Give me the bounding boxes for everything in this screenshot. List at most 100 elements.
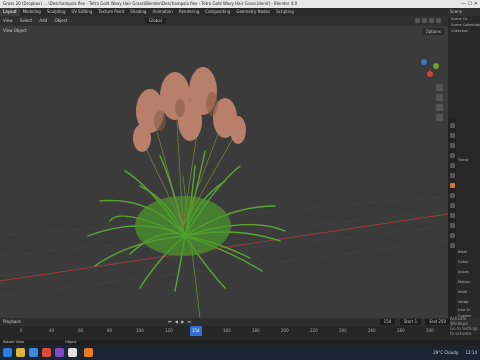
add-menu[interactable]: Add bbox=[36, 16, 50, 26]
modifier-tab-icon[interactable] bbox=[449, 193, 455, 198]
file-explorer-icon[interactable] bbox=[16, 348, 25, 357]
weather-widget[interactable]: 29°C Cloudy bbox=[433, 350, 458, 355]
watermark-line1: Activate Windows bbox=[450, 316, 468, 326]
prop-instancing[interactable]: Instan bbox=[458, 270, 469, 274]
activate-windows-watermark: Activate Windows Go to Settings to activ… bbox=[450, 316, 480, 336]
navigation-gizmo[interactable] bbox=[421, 59, 439, 77]
prop-visibility[interactable]: Visibi bbox=[458, 290, 467, 294]
prop-relations[interactable]: Relat bbox=[458, 250, 467, 254]
scene-tab-icon[interactable] bbox=[449, 163, 455, 168]
tab-uv-editing[interactable]: UV Editing bbox=[69, 8, 96, 16]
tab-scripting[interactable]: Scripting bbox=[273, 8, 297, 16]
status-left: Rotate View bbox=[3, 340, 24, 344]
frame-range: 154 Start 1 End 250 bbox=[377, 319, 450, 325]
viewport-object-menu[interactable]: Object bbox=[14, 28, 27, 33]
outliner-panel: Scene Scene Co Scene Collection Collecti… bbox=[448, 8, 480, 118]
current-frame-indicator[interactable]: 154 bbox=[190, 326, 202, 336]
data-tab-icon[interactable] bbox=[449, 233, 455, 238]
window-title: Grass 20 (Dropbox) ... \Deschampsia flex… bbox=[3, 1, 298, 6]
windows-taskbar: 29°C Cloudy 12:14 bbox=[0, 345, 480, 360]
prop-motion-paths[interactable]: Motion bbox=[458, 280, 470, 284]
outliner-scene-label[interactable]: Scene bbox=[448, 8, 480, 16]
window-controls[interactable]: — ☐ ✕ bbox=[461, 0, 478, 8]
select-menu[interactable]: Select bbox=[17, 16, 35, 26]
frame-tick: 180 bbox=[252, 328, 260, 333]
viewport-canvas[interactable] bbox=[0, 26, 448, 318]
options-button[interactable]: Options bbox=[422, 28, 444, 35]
tab-shading[interactable]: Shading bbox=[127, 8, 149, 16]
3d-viewport[interactable] bbox=[0, 26, 448, 318]
frame-tick: 220 bbox=[310, 328, 318, 333]
watermark-line2: Go to Settings to activate bbox=[450, 326, 479, 336]
rendered-icon[interactable] bbox=[436, 18, 441, 23]
view-layer-tab-icon[interactable] bbox=[449, 153, 455, 158]
prop-collections[interactable]: Collec bbox=[458, 260, 469, 264]
end-label: End bbox=[429, 319, 438, 324]
frame-tick: 0 bbox=[20, 328, 23, 333]
material-tab-icon[interactable] bbox=[449, 243, 455, 248]
particles-tab-icon[interactable] bbox=[449, 203, 455, 208]
prop-viewport-display[interactable]: Viewp bbox=[458, 300, 469, 304]
output-tab-icon[interactable] bbox=[449, 143, 455, 148]
app3-icon[interactable] bbox=[68, 348, 77, 357]
workspace-tabs: Layout Modeling Sculpting UV Editing Texture… bbox=[0, 8, 448, 16]
object-menu[interactable]: Object bbox=[51, 16, 70, 26]
timeline: Playback ⏮ ◀ ▶ ⏭ 154 Start 1 End 250 0 40… bbox=[0, 318, 480, 340]
app-icon[interactable] bbox=[42, 348, 51, 357]
start-frame-field[interactable]: Start 1 bbox=[399, 319, 422, 325]
start-icon[interactable] bbox=[3, 348, 12, 357]
world-tab-icon[interactable] bbox=[449, 173, 455, 178]
clock[interactable]: 12:14 bbox=[465, 350, 477, 355]
edge-icon[interactable] bbox=[29, 348, 38, 357]
prop-line-art[interactable]: Line Ar bbox=[458, 308, 470, 312]
end-frame-field[interactable]: End 250 bbox=[425, 319, 450, 325]
playback-menu[interactable]: Playback bbox=[3, 318, 21, 326]
tab-animation[interactable]: Animation bbox=[149, 8, 175, 16]
tab-texture-paint[interactable]: Texture Paint bbox=[95, 8, 127, 16]
material-icon[interactable] bbox=[429, 18, 434, 23]
viewport-nav-buttons[interactable] bbox=[436, 84, 443, 121]
tab-rendering[interactable]: Rendering bbox=[176, 8, 202, 16]
window-title-bar: Grass 20 (Dropbox) ... \Deschampsia flex… bbox=[0, 0, 480, 8]
physics-tab-icon[interactable] bbox=[449, 213, 455, 218]
end-value: 250 bbox=[438, 319, 446, 324]
shading-buttons[interactable] bbox=[410, 18, 444, 24]
gizmo-z-icon[interactable] bbox=[421, 59, 427, 65]
tab-sculpting[interactable]: Sculpting bbox=[44, 8, 69, 16]
solid-icon[interactable] bbox=[422, 18, 427, 23]
frame-tick: 100 bbox=[136, 328, 144, 333]
blender-icon[interactable] bbox=[84, 348, 93, 357]
tool-tab-icon[interactable] bbox=[449, 123, 455, 128]
current-frame-field[interactable]: 154 bbox=[379, 319, 396, 325]
camera-icon bbox=[436, 104, 443, 111]
viewport-view-menu[interactable]: View bbox=[3, 28, 13, 33]
viewport-header: View Select Add Object Global bbox=[0, 16, 448, 26]
orientation-dropdown[interactable]: Global bbox=[145, 18, 166, 24]
tab-modeling[interactable]: Modeling bbox=[20, 8, 44, 16]
frame-tick: 80 bbox=[107, 328, 113, 333]
object-tab-icon[interactable] bbox=[449, 183, 455, 188]
tab-layout[interactable]: Layout bbox=[0, 8, 20, 16]
tab-geometry-nodes[interactable]: Geometry Nodes bbox=[233, 8, 273, 16]
constraints-tab-icon[interactable] bbox=[449, 223, 455, 228]
start-label: Start bbox=[403, 319, 414, 324]
system-tray: 29°C Cloudy 12:14 bbox=[433, 348, 477, 357]
app2-icon[interactable] bbox=[55, 348, 64, 357]
frame-tick: 200 bbox=[281, 328, 289, 333]
outliner-row-collection[interactable]: Collection bbox=[448, 28, 480, 34]
tab-compositing[interactable]: Compositing bbox=[202, 8, 233, 16]
seed-heads bbox=[133, 67, 246, 152]
transport-buttons[interactable]: ⏮ ◀ ▶ ⏭ bbox=[168, 318, 192, 326]
timeline-controls: Playback ⏮ ◀ ▶ ⏭ 154 Start 1 End 250 bbox=[0, 318, 480, 326]
view-menu[interactable]: View bbox=[0, 16, 16, 26]
prop-transform[interactable]: Transf bbox=[458, 158, 468, 162]
frame-tick: 280 bbox=[397, 328, 405, 333]
render-tab-icon[interactable] bbox=[449, 133, 455, 138]
properties-tab-column bbox=[448, 118, 456, 318]
gizmo-y-icon[interactable] bbox=[433, 63, 439, 69]
perspective-icon bbox=[436, 114, 443, 121]
frame-tick: 160 bbox=[223, 328, 231, 333]
frame-ruler[interactable]: 0406080100120140160180200220240260280300… bbox=[0, 326, 448, 336]
wireframe-icon[interactable] bbox=[415, 18, 420, 23]
frame-tick: 40 bbox=[49, 328, 55, 333]
